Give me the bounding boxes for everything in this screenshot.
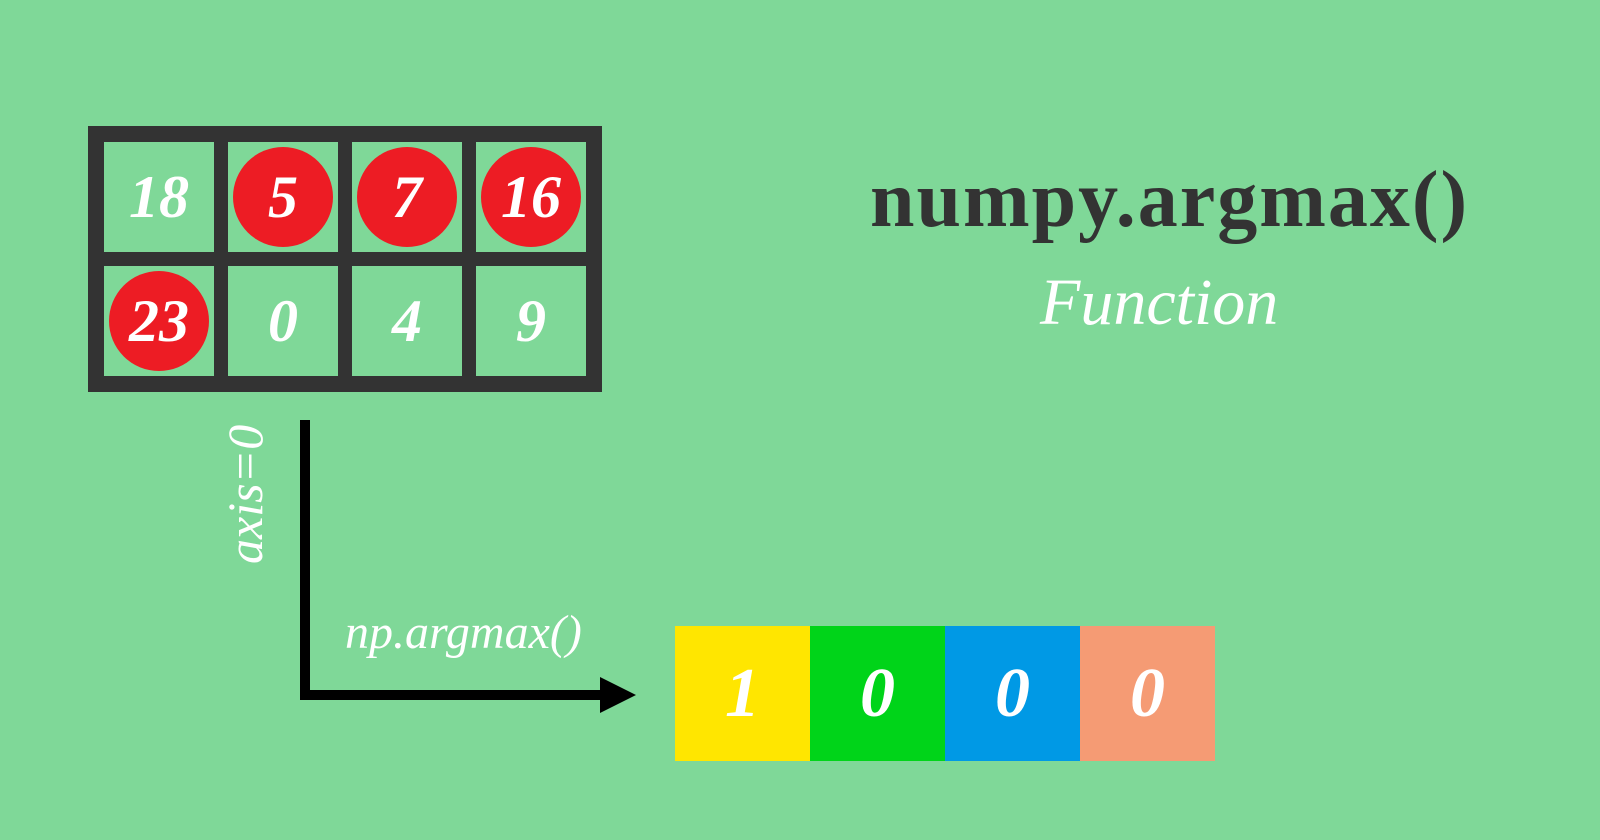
cell-1-1: 0 bbox=[228, 266, 338, 376]
result-array: 1 0 0 0 bbox=[675, 626, 1215, 761]
cell-value: 18 bbox=[129, 163, 189, 232]
title-sub: Function bbox=[1040, 265, 1278, 341]
result-value: 0 bbox=[995, 654, 1030, 734]
cell-1-3: 9 bbox=[476, 266, 586, 376]
arrow-vertical bbox=[300, 420, 310, 698]
cell-1-0: 23 bbox=[104, 266, 214, 376]
arrow-head-icon bbox=[600, 677, 636, 713]
result-box-0: 1 bbox=[675, 626, 810, 761]
cell-value: 5 bbox=[268, 163, 298, 232]
cell-value: 16 bbox=[501, 163, 561, 232]
cell-0-3: 16 bbox=[476, 142, 586, 252]
cell-value: 7 bbox=[392, 163, 422, 232]
title-main: numpy.argmax() bbox=[870, 155, 1469, 246]
function-label: np.argmax() bbox=[345, 605, 582, 660]
result-box-1: 0 bbox=[810, 626, 945, 761]
arrow-horizontal bbox=[300, 690, 610, 700]
result-value: 0 bbox=[860, 654, 895, 734]
cell-value: 9 bbox=[516, 287, 546, 356]
cell-value: 4 bbox=[392, 287, 422, 356]
cell-0-2: 7 bbox=[352, 142, 462, 252]
axis-label: axis=0 bbox=[216, 425, 274, 564]
result-value: 1 bbox=[725, 654, 760, 734]
result-value: 0 bbox=[1130, 654, 1165, 734]
cell-value: 23 bbox=[129, 287, 189, 356]
result-box-2: 0 bbox=[945, 626, 1080, 761]
cell-0-1: 5 bbox=[228, 142, 338, 252]
matrix-grid: 18 5 7 16 23 0 4 9 bbox=[88, 126, 602, 392]
result-box-3: 0 bbox=[1080, 626, 1215, 761]
cell-0-0: 18 bbox=[104, 142, 214, 252]
cell-1-2: 4 bbox=[352, 266, 462, 376]
cell-value: 0 bbox=[268, 287, 298, 356]
